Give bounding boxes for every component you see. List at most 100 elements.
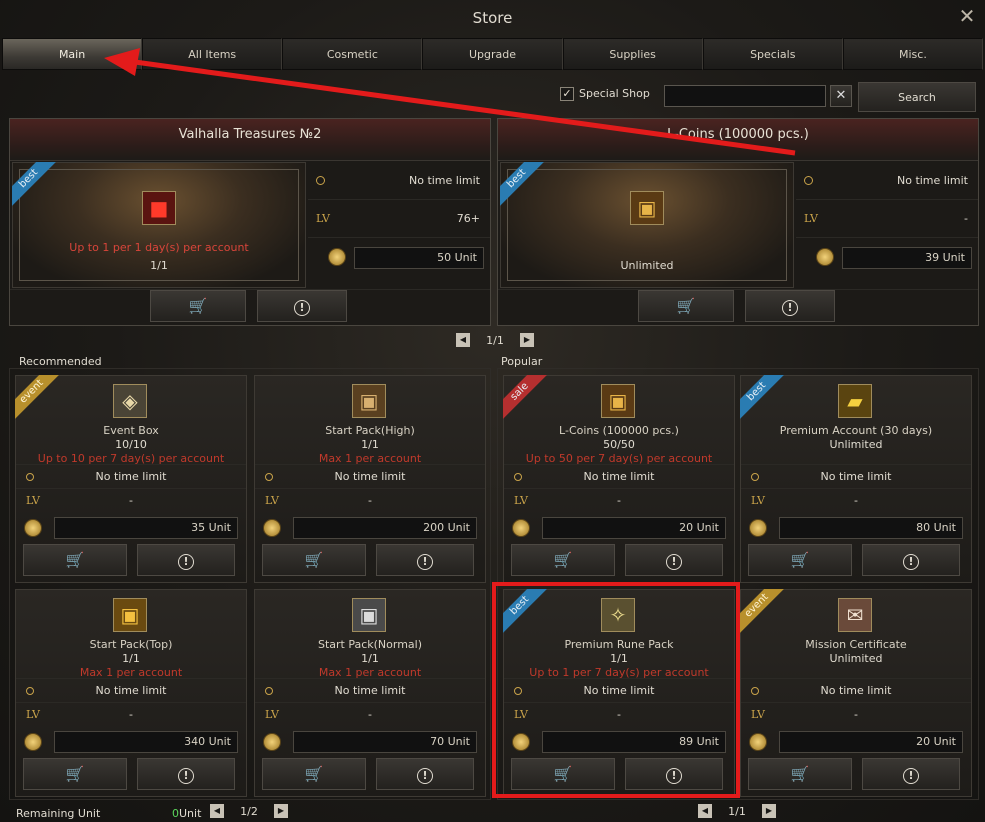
item-info-button[interactable]: ! — [137, 544, 235, 576]
info-icon: ! — [903, 554, 919, 570]
info-icon: ! — [903, 768, 919, 784]
search-toolbar: ✓ Special Shop ✕ Search — [0, 82, 985, 112]
item-info-button[interactable]: ! — [625, 544, 723, 576]
clock-icon — [316, 176, 325, 185]
buy-cart-button[interactable]: 🛒 — [511, 758, 615, 790]
buy-cart-button[interactable]: 🛒 — [150, 290, 246, 322]
level-value: - — [854, 494, 858, 507]
popular-pager: ◀ 1/1 ▶ — [698, 803, 776, 819]
level-row: LV - — [504, 488, 734, 512]
buy-cart-button[interactable]: 🛒 — [23, 758, 127, 790]
buy-cart-button[interactable]: 🛒 — [748, 544, 852, 576]
time-limit-row: No time limit — [16, 678, 246, 702]
level-row: LV - — [16, 702, 246, 726]
best-ribbon: best — [503, 589, 547, 633]
popular-label: Popular — [501, 355, 543, 368]
buy-cart-button[interactable]: 🛒 — [262, 544, 366, 576]
tab-all-items[interactable]: All Items — [142, 38, 283, 70]
coin-icon — [24, 519, 42, 537]
level-label: LV — [804, 212, 818, 225]
store-item-card: ▣ Start Pack(Normal) 1/1 Max 1 per accou… — [254, 589, 486, 797]
level-value: - — [368, 708, 372, 721]
tab-main[interactable]: Main — [2, 38, 143, 70]
level-row: LV 76+ — [308, 200, 490, 238]
level-value: - — [964, 212, 968, 225]
best-ribbon: best — [12, 162, 56, 206]
prev-page-button[interactable]: ◀ — [210, 804, 224, 818]
item-quantity: 1/1 — [150, 259, 168, 272]
gold-ticket-icon: ▰ — [838, 384, 872, 418]
item-info-button[interactable]: ! — [376, 758, 474, 790]
prev-page-button[interactable]: ◀ — [698, 804, 712, 818]
search-button[interactable]: Search — [858, 82, 976, 112]
featured-item-actions: 🛒 ! — [10, 289, 490, 325]
item-name: Premium Account (30 days) — [779, 424, 933, 437]
price-value: 39 Unit — [842, 247, 972, 269]
buy-cart-button[interactable]: 🛒 — [638, 290, 734, 322]
info-icon: ! — [178, 554, 194, 570]
item-info-button[interactable]: ! — [862, 544, 960, 576]
featured-item-card: Valhalla Treasures №2 best ■ Up to 1 per… — [9, 118, 491, 326]
ribbon-label: best — [740, 375, 784, 419]
item-name: Mission Certificate — [805, 638, 907, 651]
item-info-button[interactable]: ! — [137, 758, 235, 790]
buy-cart-button[interactable]: 🛒 — [748, 758, 852, 790]
coin-icon — [749, 733, 767, 751]
coin-icon — [749, 519, 767, 537]
next-page-button[interactable]: ▶ — [274, 804, 288, 818]
buy-cart-button[interactable]: 🛒 — [511, 544, 615, 576]
info-icon: ! — [417, 554, 433, 570]
price-value: 35 Unit — [54, 517, 238, 539]
featured-pager: ◀ 1/1 ▶ — [456, 332, 534, 348]
item-quantity: 1/1 — [361, 652, 379, 665]
tab-cosmetic[interactable]: Cosmetic — [282, 38, 423, 70]
prev-page-button[interactable]: ◀ — [456, 333, 470, 347]
search-input[interactable] — [664, 85, 826, 107]
ribbon-label: event — [15, 375, 59, 419]
store-item-card: best ✧ Premium Rune Pack 1/1 Up to 1 per… — [503, 589, 735, 797]
info-icon: ! — [417, 768, 433, 784]
level-row: LV - — [16, 488, 246, 512]
coin-icon — [512, 733, 530, 751]
store-item-card: sale ▣ L-Coins (100000 pcs.) 50/50 Up to… — [503, 375, 735, 583]
special-shop-checkbox[interactable]: ✓ — [560, 87, 574, 101]
item-info-button[interactable]: ! — [745, 290, 835, 322]
info-icon: ! — [294, 300, 310, 316]
page-indicator: 1/1 — [486, 333, 504, 347]
time-limit-value: No time limit — [820, 470, 892, 483]
item-info-button[interactable]: ! — [862, 758, 960, 790]
close-icon[interactable]: ✕ — [957, 6, 977, 26]
time-limit-row: No time limit — [16, 464, 246, 488]
level-value: - — [129, 494, 133, 507]
item-info-button[interactable]: ! — [625, 758, 723, 790]
price-row: 50 Unit — [308, 238, 490, 276]
clear-search-button[interactable]: ✕ — [830, 85, 852, 107]
next-page-button[interactable]: ▶ — [520, 333, 534, 347]
coin-icon — [328, 248, 346, 266]
item-name: Event Box — [103, 424, 159, 437]
remaining-unit-value: 0 — [172, 807, 179, 820]
price-value: 20 Unit — [542, 517, 726, 539]
buy-cart-button[interactable]: 🛒 — [23, 544, 127, 576]
time-limit-value: No time limit — [896, 174, 968, 187]
tab-misc[interactable]: Misc. — [842, 38, 983, 70]
level-value: - — [129, 708, 133, 721]
tab-upgrade[interactable]: Upgrade — [422, 38, 563, 70]
rune-feather-icon: ✧ — [601, 598, 635, 632]
window-title: Store — [472, 9, 513, 27]
time-limit-value: No time limit — [583, 470, 655, 483]
time-limit-value: No time limit — [583, 684, 655, 697]
item-quantity: 1/1 — [610, 652, 628, 665]
page-indicator: 1/2 — [240, 804, 258, 818]
next-page-button[interactable]: ▶ — [762, 804, 776, 818]
tab-supplies[interactable]: Supplies — [562, 38, 703, 70]
item-info-button[interactable]: ! — [257, 290, 347, 322]
tab-specials[interactable]: Specials — [702, 38, 843, 70]
scroll-icon: ✉ — [838, 598, 872, 632]
time-limit-row: No time limit — [741, 678, 971, 702]
coin-icon — [24, 733, 42, 751]
buy-cart-button[interactable]: 🛒 — [262, 758, 366, 790]
time-limit-row: No time limit — [741, 464, 971, 488]
time-limit-value: No time limit — [820, 684, 892, 697]
item-info-button[interactable]: ! — [376, 544, 474, 576]
